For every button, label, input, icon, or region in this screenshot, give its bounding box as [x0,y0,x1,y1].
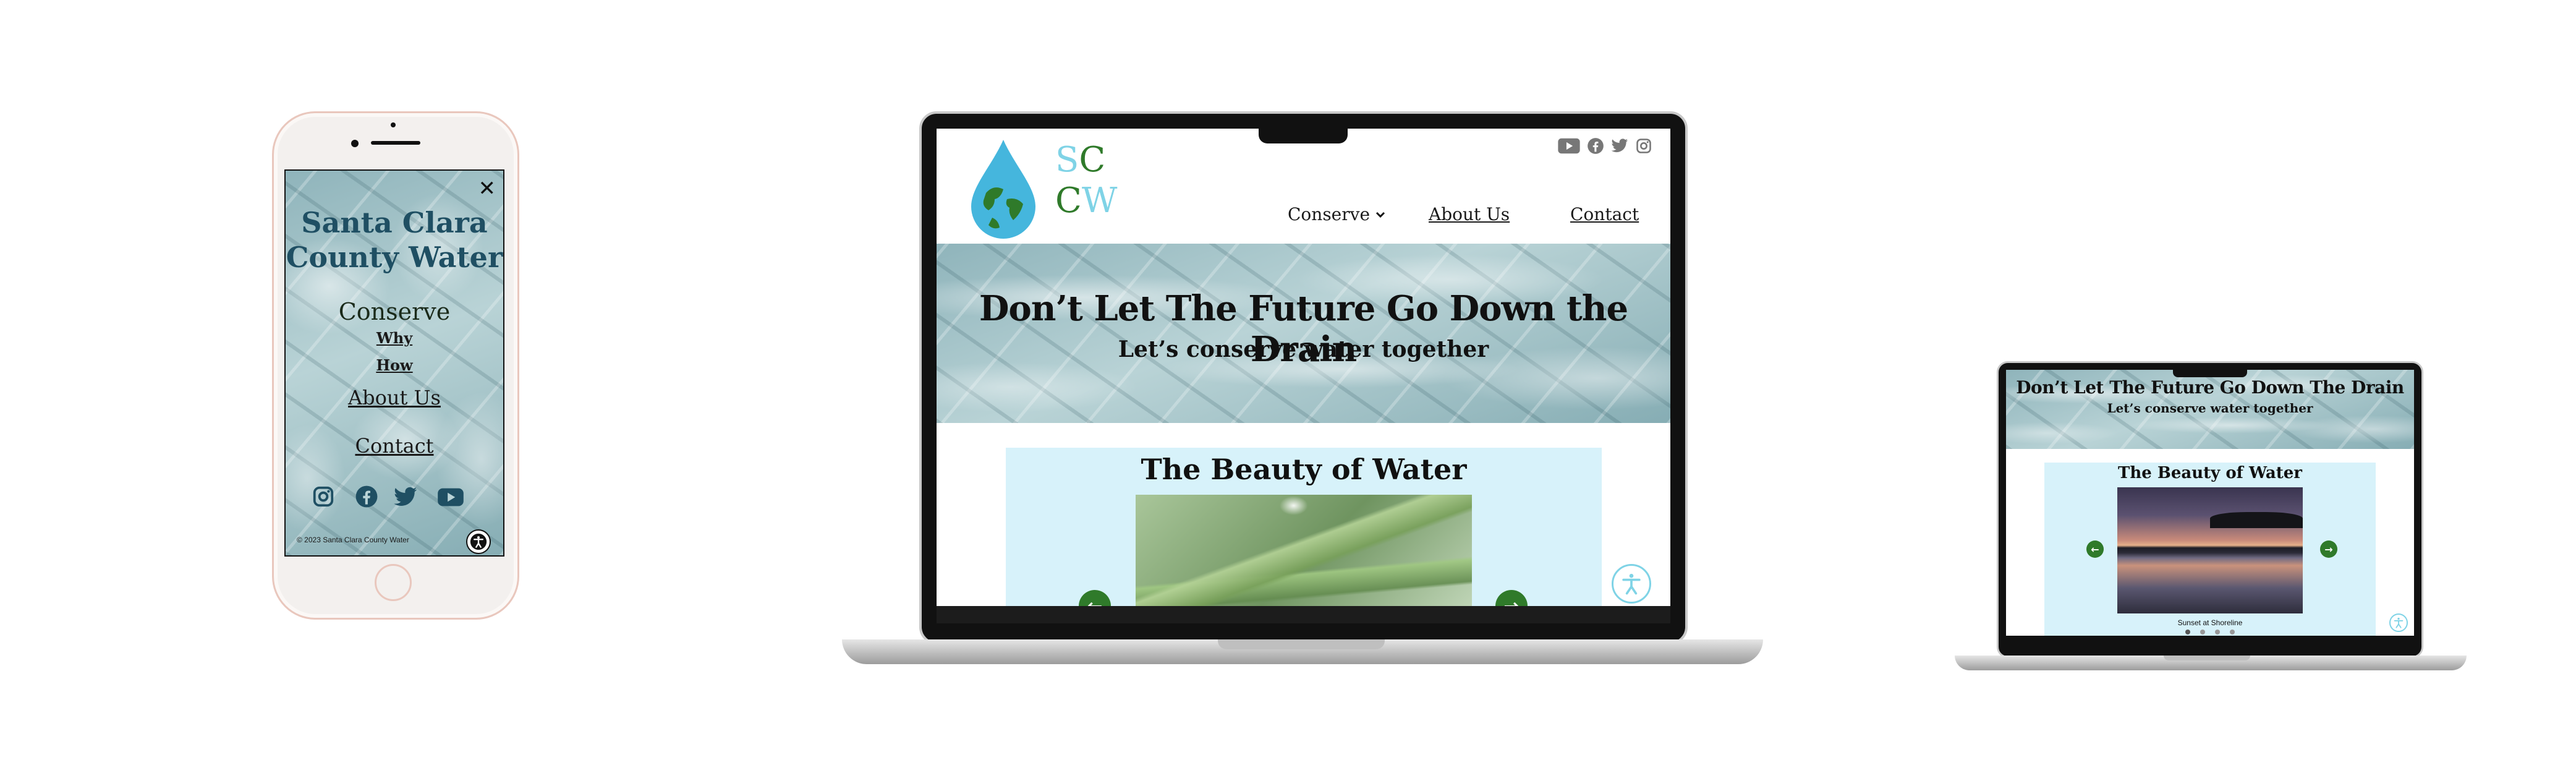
phone-screen: ✕ Santa Clara County Water Conserve Why … [284,169,504,557]
carousel-dots [2044,630,2376,634]
instagram-icon[interactable] [312,485,335,508]
phone-title-line2: County Water [286,241,503,274]
nav-conserve[interactable]: Conserve [1288,204,1386,224]
phone-home-button[interactable] [375,564,412,601]
instagram-icon[interactable] [1635,137,1652,155]
hero-banner: Don’t Let The Future Go Down the Drain L… [937,244,1670,423]
phone-menu-how[interactable]: How [286,356,503,374]
small-laptop-website: Don’t Let The Future Go Down The Drain L… [2006,370,2414,636]
small-carousel-prev-button[interactable]: ← [2086,540,2104,558]
small-carousel-next-button[interactable]: → [2320,540,2337,558]
youtube-icon[interactable] [436,487,465,507]
small-accessibility-button[interactable] [2389,613,2408,632]
logo-wordmark[interactable]: SC CW [1055,140,1117,221]
arrow-left-icon: ← [2091,543,2099,555]
water-drop-globe-logo-icon[interactable] [967,137,1039,241]
carousel-dot[interactable] [2230,630,2235,634]
twitter-icon[interactable] [1610,139,1629,153]
carousel-dot[interactable] [2215,630,2220,634]
small-hero-subtitle: Let’s conserve water together [2107,401,2313,416]
phone-menu-about[interactable]: About Us [286,386,503,409]
arrow-left-icon: ← [1087,595,1103,607]
mockup-canvas: { "colors": { "brand_dark": "#1f4f63", "… [0,0,2576,773]
phone-site-title: Santa Clara County Water [286,205,503,275]
facebook-icon[interactable] [1587,137,1604,155]
phone-menu-why[interactable]: Why [286,329,503,347]
tree-silhouette [2210,512,2303,528]
phone-sensor [391,122,396,127]
accessibility-icon [470,533,487,550]
image-caption: Sunset at Shoreline [2177,618,2243,627]
accessibility-button[interactable] [466,529,491,554]
youtube-icon[interactable] [1557,137,1581,155]
laptop-trackpad-lip [1218,639,1385,649]
small-beauty-section: The Beauty of Water ← → Sunset at Shorel… [2044,463,2376,636]
carousel-dot[interactable] [2185,630,2190,634]
arrow-right-icon: → [1503,595,1520,607]
phone-menu-contact[interactable]: Contact [286,434,503,458]
facebook-icon[interactable] [355,485,378,508]
twitter-icon[interactable] [393,486,418,508]
small-hero-title: Don’t Let The Future Go Down The Drain [2016,377,2404,398]
sunset-image [2117,487,2303,613]
close-icon[interactable]: ✕ [478,178,496,199]
small-hero-banner: Don’t Let The Future Go Down The Drain L… [2006,370,2414,449]
phone-footer-copyright: © 2023 Santa Clara County Water [297,536,409,544]
logo-letter-s: S [1055,140,1079,180]
logo-letter-c1: C [1079,140,1106,180]
phone-speaker [371,141,420,145]
carousel-dot[interactable] [2200,630,2205,634]
phone-camera [351,140,359,147]
desktop-website: SC CW Conserve About Us Contact Don’t Le… [937,129,1670,606]
small-laptop-trackpad-lip [2164,656,2250,660]
beauty-section: The Beauty of Water ← → [1006,448,1602,606]
section-title: The Beauty of Water [1141,453,1467,486]
accessibility-button[interactable] [1612,564,1651,604]
accessibility-icon [2394,617,2404,628]
laptop-bezel-bottom [937,606,1670,623]
nav-conserve-label: Conserve [1288,204,1371,224]
phone-title-line1: Santa Clara [301,206,488,239]
nav-contact[interactable]: Contact [1570,204,1639,224]
carousel-image [1136,495,1472,606]
logo-letter-c2: C [1055,181,1082,221]
nav-about[interactable]: About Us [1429,204,1510,224]
small-section-title: The Beauty of Water [2118,464,2302,482]
small-laptop-notch [2173,370,2247,377]
accessibility-icon [1622,573,1641,595]
logo-letter-w: W [1081,181,1118,221]
chevron-down-icon [1375,211,1385,218]
laptop-notch [1259,124,1348,143]
carousel-prev-button[interactable]: ← [1079,590,1111,606]
hero-subtitle: Let’s conserve water together [1118,336,1489,362]
phone-menu-conserve[interactable]: Conserve [286,298,503,325]
carousel-next-button[interactable]: → [1495,590,1528,606]
arrow-right-icon: → [2324,543,2333,555]
